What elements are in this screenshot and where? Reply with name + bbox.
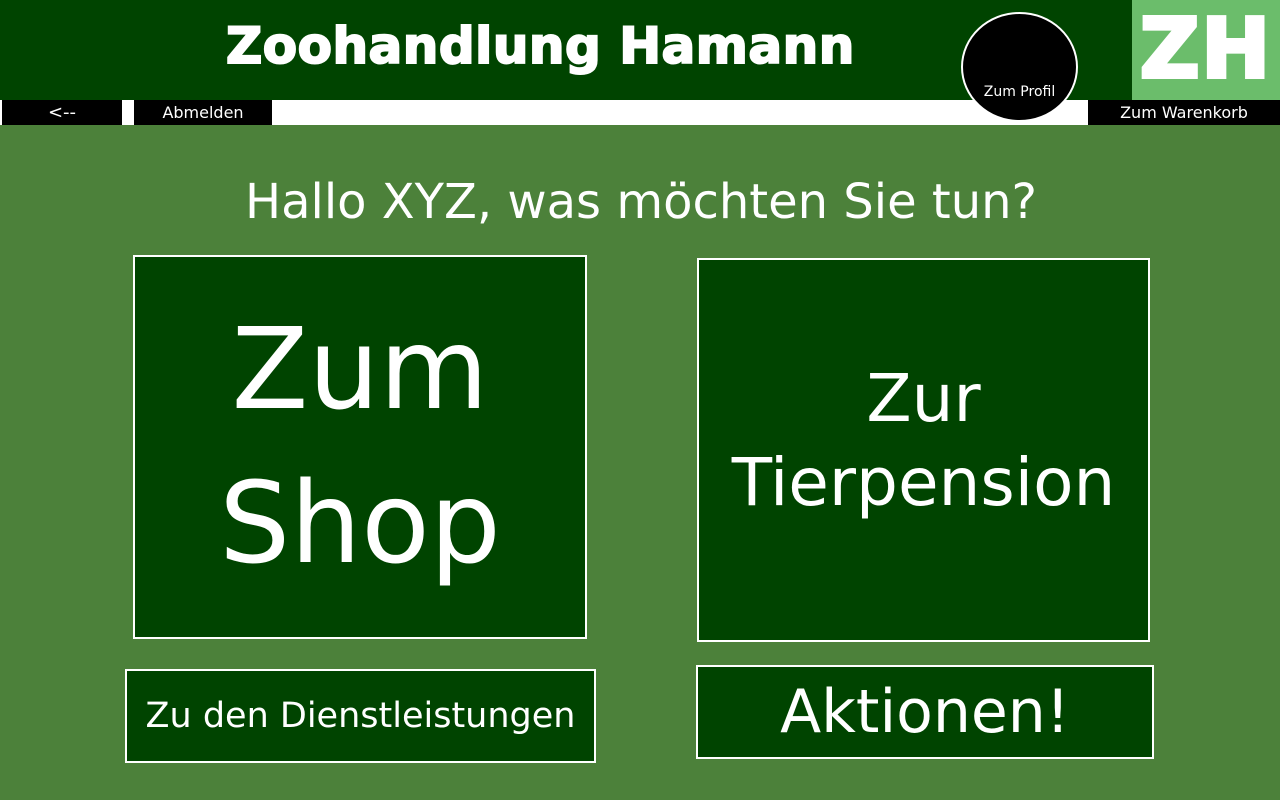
services-button-label: Zu den Dienstleistungen [145, 696, 576, 736]
logo-text: ZH [1138, 2, 1273, 97]
cart-button[interactable]: Zum Warenkorb [1088, 100, 1280, 125]
shop-title: Zoohandlung Hamann [225, 16, 855, 76]
shop-button[interactable]: Zum Shop [133, 255, 587, 639]
greeting-heading: Hallo XYZ, was möchten Sie tun? [244, 174, 1038, 230]
profile-button-label: Zum Profil [983, 84, 1056, 100]
profile-button[interactable]: Zum Profil [961, 12, 1078, 122]
services-button[interactable]: Zu den Dienstleistungen [125, 669, 596, 763]
shop-button-line-2: Shop [219, 459, 501, 589]
pension-button[interactable]: Zur Tierpension [697, 258, 1150, 642]
logout-button[interactable]: Abmelden [134, 100, 272, 125]
actions-button-label: Aktionen! [780, 677, 1070, 747]
pension-button-line-1: Zur [866, 360, 981, 437]
actions-button[interactable]: Aktionen! [696, 665, 1154, 759]
shop-button-line-1: Zum [231, 305, 489, 435]
logo: ZH [1132, 0, 1280, 100]
pension-button-line-2: Tierpension [731, 444, 1116, 521]
back-button[interactable]: <-- [2, 100, 122, 125]
